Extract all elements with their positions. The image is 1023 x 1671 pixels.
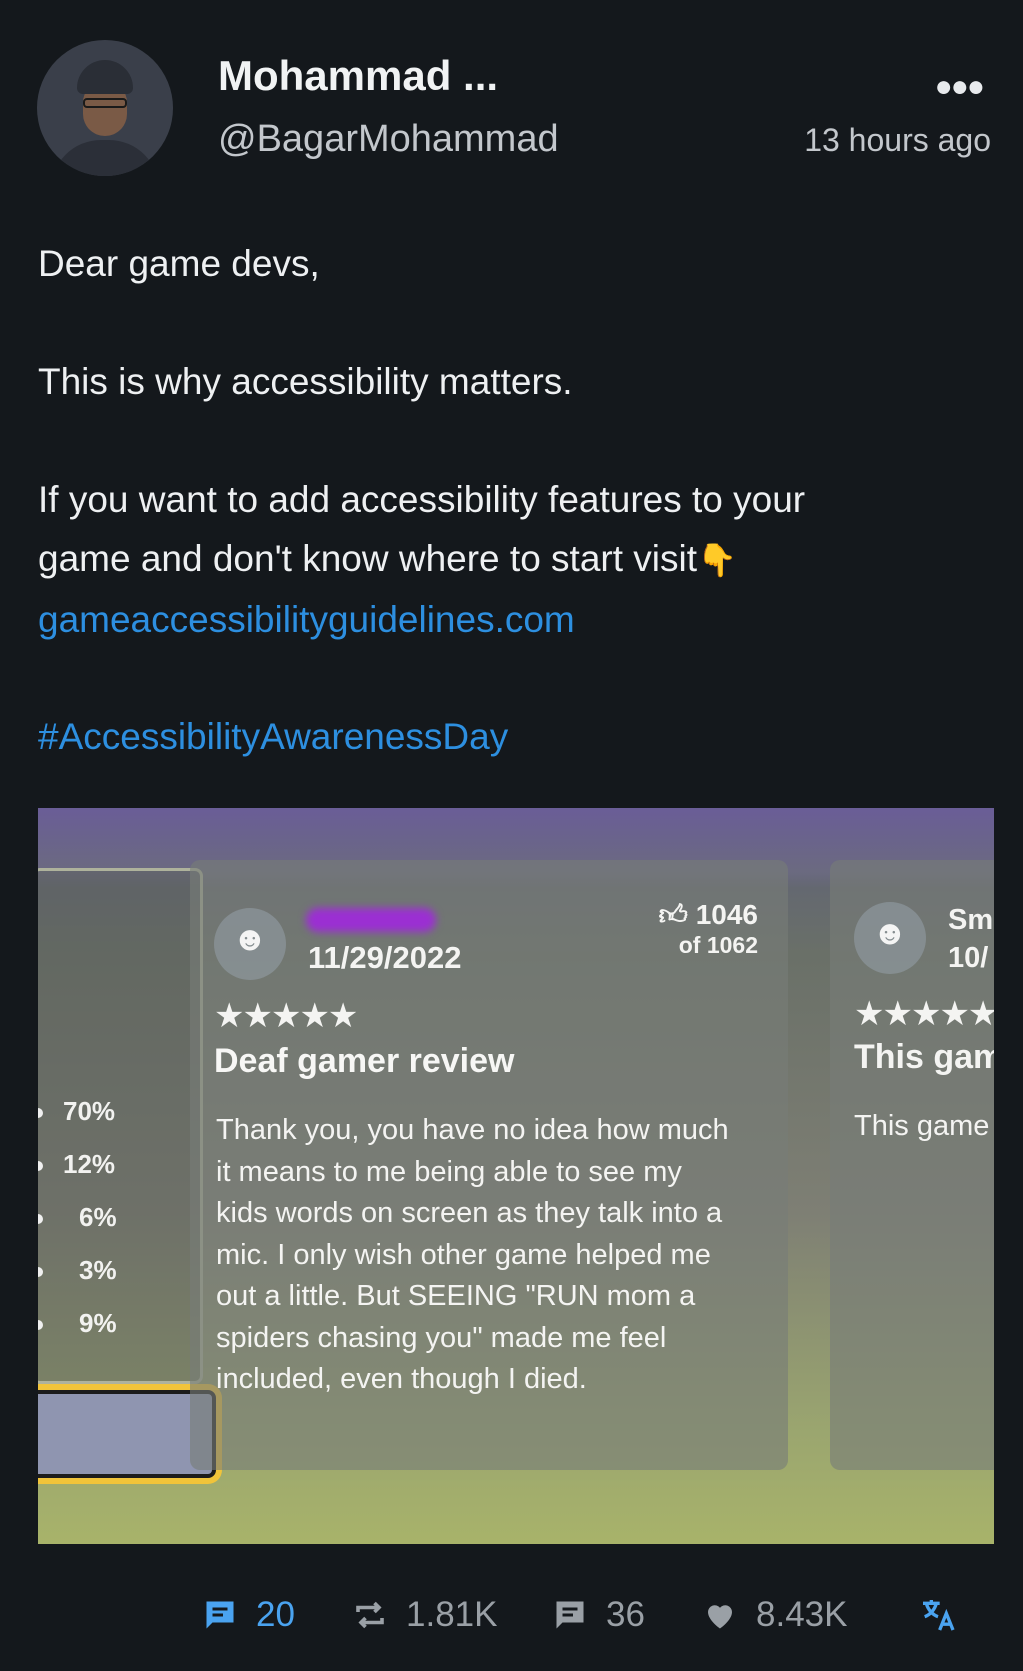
comment-count: 20 bbox=[256, 1595, 295, 1634]
avatar-glasses bbox=[83, 98, 127, 108]
user-icon: ☻ bbox=[854, 902, 926, 974]
thumbs-up-icon: 👍︎ bbox=[658, 899, 688, 930]
avatar-cap bbox=[77, 60, 133, 94]
review2-body: This game bbox=[854, 1110, 990, 1142]
comment-icon bbox=[206, 1601, 234, 1629]
quote-count: 36 bbox=[606, 1595, 645, 1634]
author-name[interactable]: Mohammad ... bbox=[218, 52, 498, 100]
review-body: Thank you, you have no idea how much it … bbox=[216, 1114, 729, 1395]
bullet bbox=[38, 1214, 43, 1224]
percentage-label: 6% bbox=[79, 1202, 117, 1232]
bullet bbox=[38, 1108, 43, 1118]
star-rating: ★★★★★ bbox=[854, 995, 994, 1033]
bullet bbox=[38, 1161, 43, 1171]
review-date: 11/29/2022 bbox=[308, 940, 462, 975]
translate-button[interactable] bbox=[918, 1590, 958, 1640]
review2-title: This gam bbox=[854, 1038, 994, 1076]
heart-icon bbox=[708, 1605, 732, 1629]
pointing-down-emoji: 👇 bbox=[697, 542, 737, 578]
quote-button[interactable]: 36 bbox=[552, 1590, 645, 1640]
quote-icon bbox=[556, 1601, 584, 1629]
post-timestamp: 13 hours ago bbox=[804, 122, 991, 158]
translate-icon bbox=[923, 1600, 955, 1631]
author-handle[interactable]: @BagarMohammad bbox=[218, 118, 559, 161]
star-rating: ★★★★★ bbox=[214, 997, 358, 1035]
percentage-label: 12% bbox=[63, 1149, 116, 1179]
helpful-total: of 1062 bbox=[678, 932, 758, 958]
repost-icon bbox=[356, 1601, 384, 1629]
percentage-label: 70% bbox=[63, 1096, 116, 1126]
post-card: Mohammad ... @BagarMohammad ●●● 13 hours… bbox=[0, 0, 1023, 1671]
bullet bbox=[38, 1267, 43, 1277]
user-icon: ☻ bbox=[214, 908, 286, 980]
review-title: Deaf gamer review bbox=[214, 1042, 515, 1080]
action-bar: 20 1.81K 36 8.43K bbox=[0, 1590, 1023, 1640]
post-text-line2: This is why accessibility matters. bbox=[38, 361, 573, 402]
external-link[interactable]: gameaccessibilityguidelines.com bbox=[38, 590, 988, 649]
post-text-line1: Dear game devs, bbox=[38, 243, 320, 284]
review-card-partial: ☻ Sm 10/ ★★★★★ This gam This game bbox=[830, 860, 994, 1470]
post-text-line3a: If you want to add accessibility feature… bbox=[38, 479, 806, 520]
bullet bbox=[38, 1320, 43, 1330]
repost-count: 1.81K bbox=[406, 1595, 498, 1634]
percentage-label: 3% bbox=[79, 1255, 117, 1285]
avatar-shirt bbox=[51, 140, 159, 176]
comment-button[interactable]: 20 bbox=[202, 1590, 295, 1640]
post-image[interactable]: 70% 12% 6% 3% 9% ☻ 11/29/2022 👍︎ 1046 of… bbox=[38, 808, 994, 1544]
redacted-username bbox=[306, 908, 436, 932]
helpful-votes: 1046 bbox=[695, 899, 758, 930]
rating-distribution-panel: 70% 12% 6% 3% 9% bbox=[38, 868, 203, 1384]
like-button[interactable]: 8.43K bbox=[702, 1590, 847, 1640]
post-text-line3b-text: game and don't know where to start visit bbox=[38, 538, 698, 579]
post-text-paragraph: If you want to add accessibility feature… bbox=[38, 470, 988, 649]
review-card: ☻ 11/29/2022 👍︎ 1046 of 1062 ★★★★★ Deaf … bbox=[190, 860, 788, 1470]
hashtag-link[interactable]: #AccessibilityAwarenessDay bbox=[38, 707, 988, 766]
post-text-line3b: game and don't know where to start visit… bbox=[38, 529, 988, 590]
more-options-icon[interactable]: ●●● bbox=[935, 70, 985, 104]
review2-date: 10/ bbox=[948, 942, 989, 974]
helpful-count: 👍︎ 1046 of 1062 bbox=[659, 898, 758, 959]
review2-name: Sm bbox=[948, 904, 994, 936]
repost-button[interactable]: 1.81K bbox=[352, 1590, 497, 1640]
percentage-label: 9% bbox=[79, 1308, 117, 1338]
author-avatar[interactable] bbox=[37, 40, 173, 176]
like-count: 8.43K bbox=[756, 1595, 848, 1634]
